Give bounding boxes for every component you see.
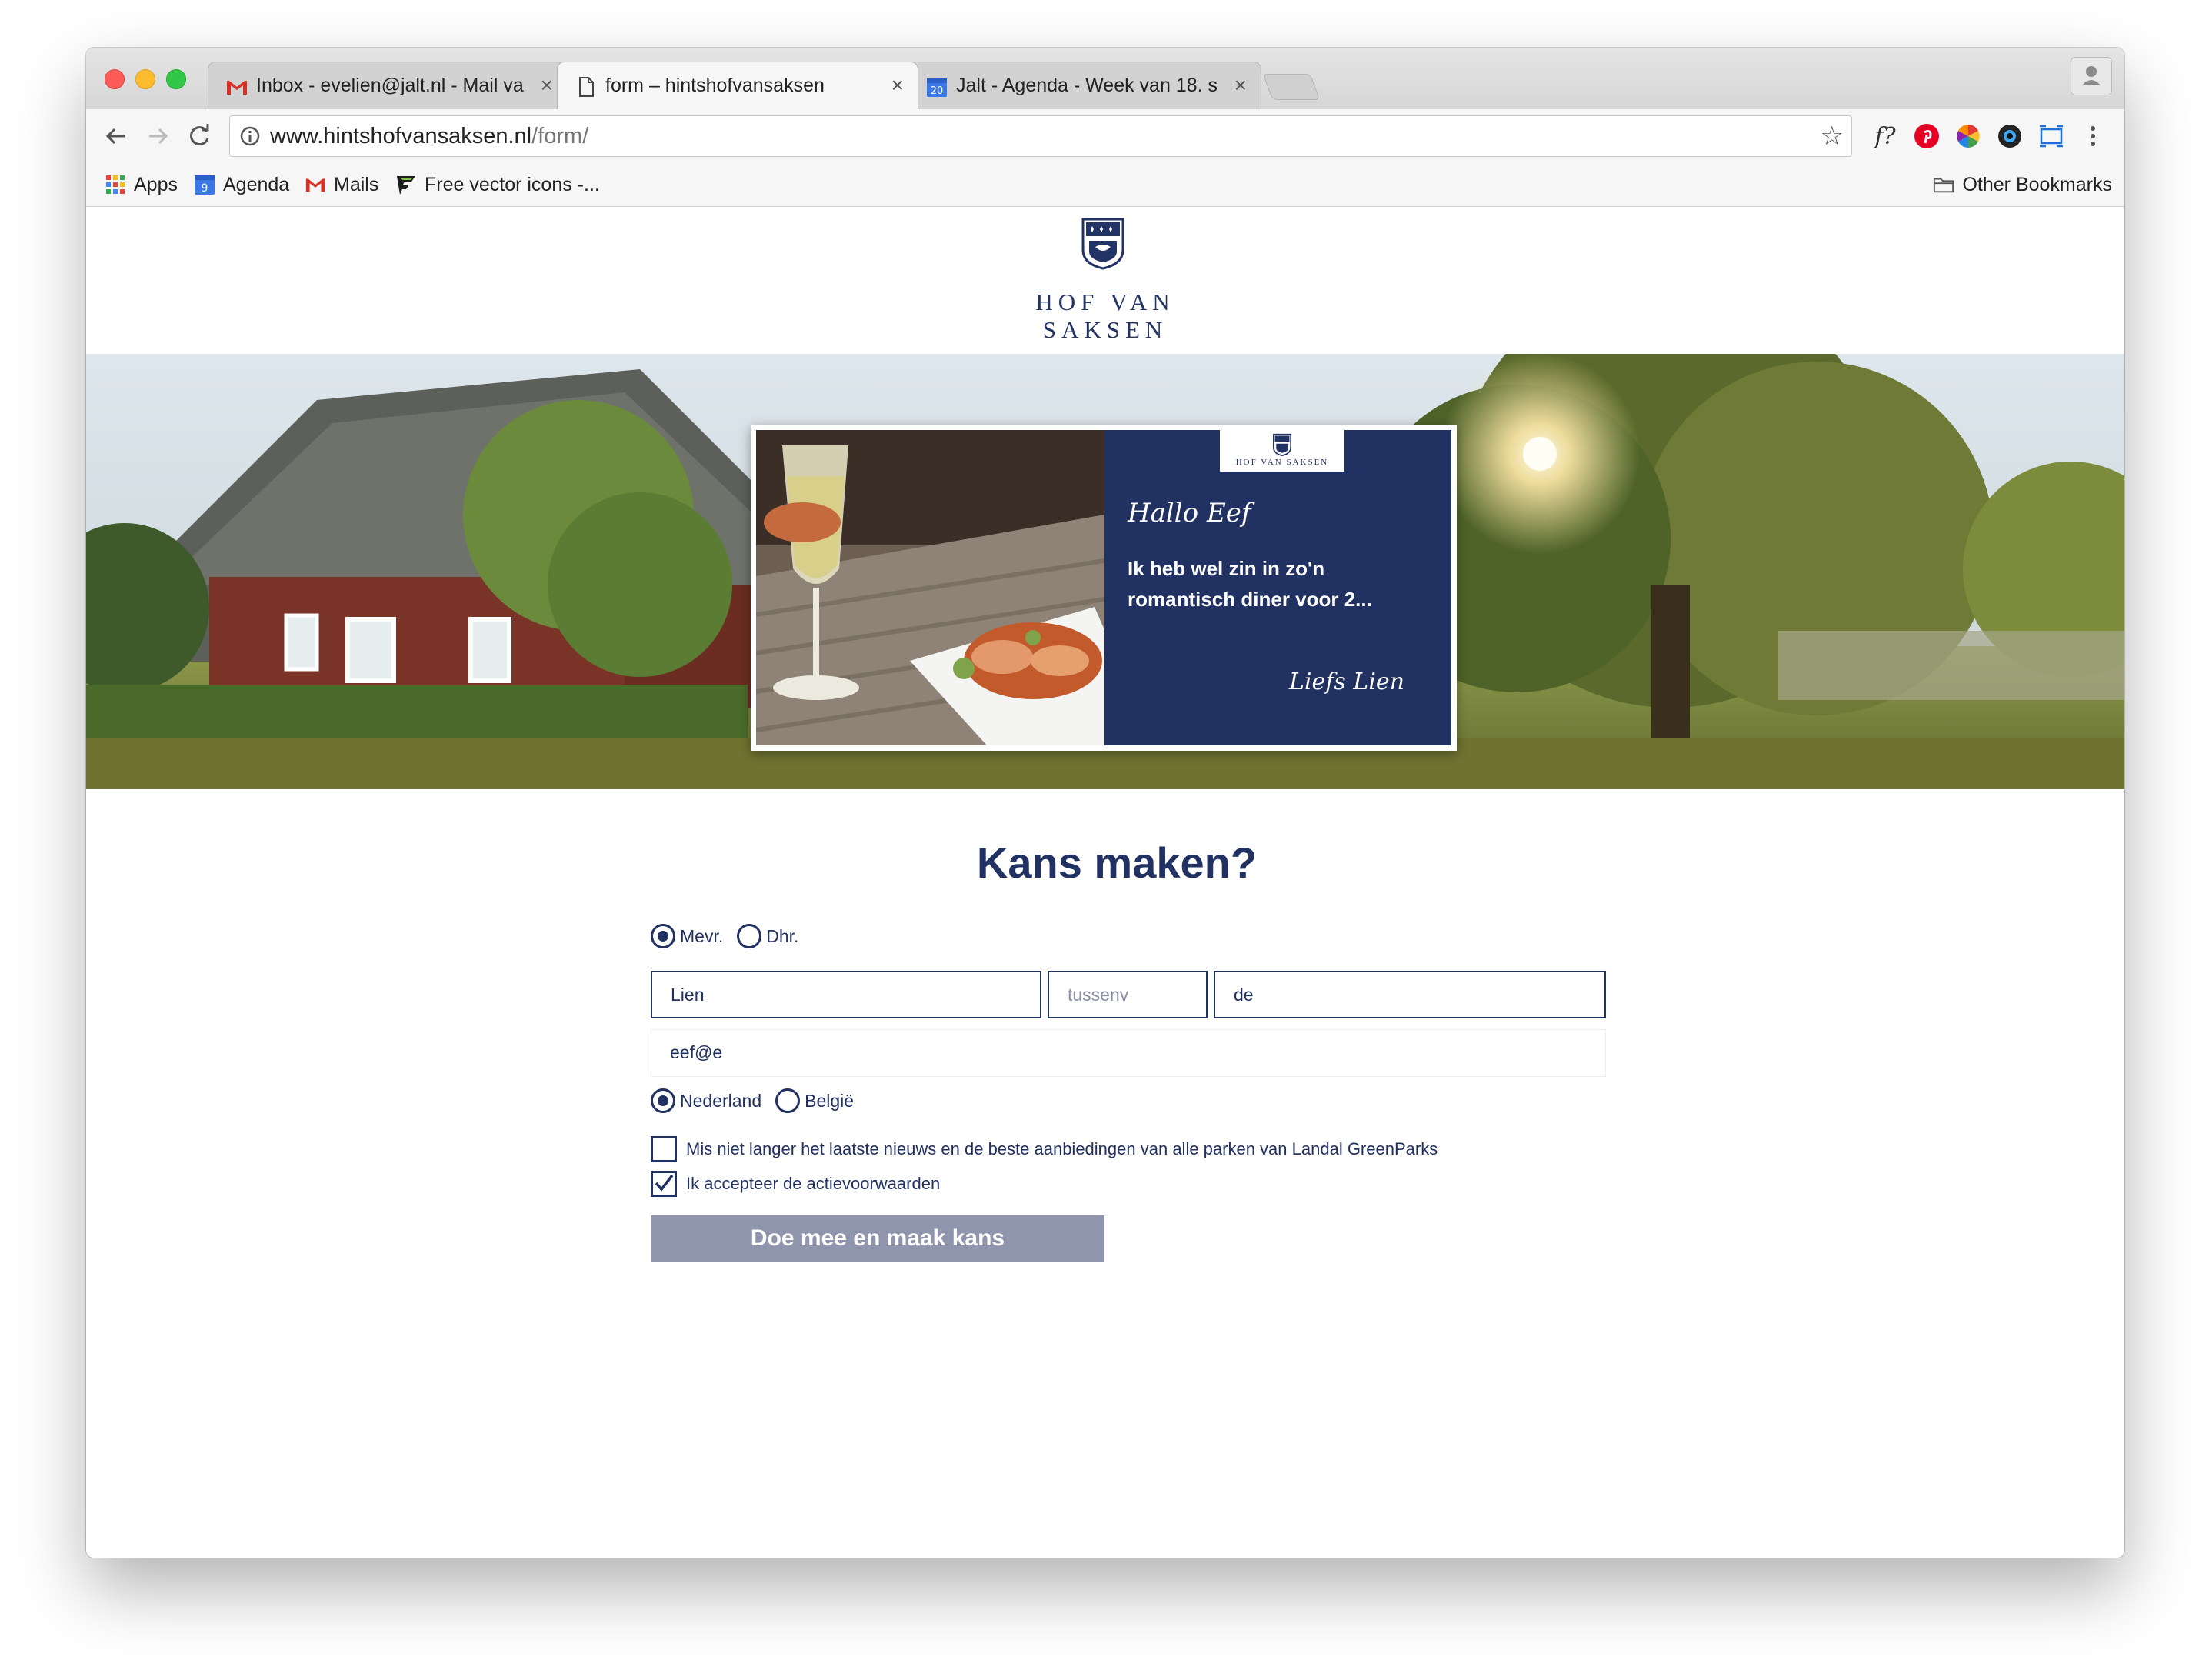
dinner-image xyxy=(756,430,1104,745)
radio-nederland[interactable] xyxy=(651,1088,675,1113)
url-path: /form/ xyxy=(531,124,589,148)
other-bookmarks-label: Other Bookmarks xyxy=(1962,173,2112,195)
radio-label: Nederland xyxy=(680,1090,762,1111)
screenshot-extension-button[interactable] xyxy=(2035,120,2067,152)
crest-icon xyxy=(1273,433,1291,456)
bookmark-mails[interactable]: Mails xyxy=(305,172,378,197)
radio-belgie[interactable] xyxy=(775,1088,801,1113)
salutation-radio-group: Mevr. Dhr. xyxy=(651,922,812,951)
url-host: www.hintshofvansaksen.nl xyxy=(270,124,532,148)
gmail-icon xyxy=(227,81,247,95)
camera-lens-icon xyxy=(1998,125,2021,148)
close-window-button[interactable] xyxy=(105,69,125,89)
calendar-icon: 9 xyxy=(195,175,215,195)
tab-strip: Inbox - evelien@jalt.nl - Mail va × form… xyxy=(86,48,2124,109)
radio-mevr[interactable] xyxy=(651,924,675,948)
newsletter-checkbox[interactable] xyxy=(651,1136,677,1162)
last-name-field[interactable]: de xyxy=(1214,971,1606,1018)
whatfont-extension-button[interactable]: f? xyxy=(1869,120,1901,152)
browser-window: Inbox - evelien@jalt.nl - Mail va × form… xyxy=(86,48,2124,1558)
screenshot-icon xyxy=(2040,125,2063,148)
color-wheel-icon xyxy=(1957,125,1980,148)
calendar-icon: 20 xyxy=(927,78,947,97)
back-button[interactable] xyxy=(100,120,132,152)
card-message: Ik heb wel zin in zo'n romantisch diner … xyxy=(1128,557,1372,611)
tab-title: Inbox - evelien@jalt.nl - Mail va xyxy=(256,75,524,96)
card-greeting: Hallo Eef xyxy=(1128,498,1251,528)
bookmark-label: Free vector icons -... xyxy=(425,173,600,195)
bookmark-star-icon[interactable]: ☆ xyxy=(1821,122,1844,150)
card-signoff: Liefs Lien xyxy=(1289,668,1404,695)
other-bookmarks[interactable]: Other Bookmarks xyxy=(1933,172,2112,197)
bookmark-label: Agenda xyxy=(223,173,290,195)
email-field[interactable]: eef@e xyxy=(651,1029,1606,1077)
reload-button[interactable] xyxy=(183,120,215,152)
forward-button[interactable] xyxy=(142,120,174,152)
lens-extension-button[interactable] xyxy=(1994,120,2026,152)
menu-button[interactable] xyxy=(2077,120,2109,152)
middle-name-field[interactable]: tussenv xyxy=(1048,971,1208,1018)
tab-title: form – hintshofvansaksen xyxy=(605,75,825,96)
bookmark-agenda[interactable]: 9 Agenda xyxy=(194,172,289,197)
tab-title: Jalt - Agenda - Week van 18. s xyxy=(956,75,1218,96)
submit-button[interactable]: Doe mee en maak kans xyxy=(651,1215,1104,1262)
brand-name: HOF VAN SAKSEN xyxy=(1035,288,1175,343)
apps-grid-icon xyxy=(106,175,125,194)
colorpicker-extension-button[interactable] xyxy=(1952,120,1984,152)
folder-icon xyxy=(1934,178,1954,193)
bookmark-label: Apps xyxy=(134,173,178,195)
person-icon xyxy=(2082,66,2101,85)
hero-banner: HOF VAN SAKSEN Hallo Eef Ik heb wel zin … xyxy=(86,354,2124,789)
mini-logo: HOF VAN SAKSEN xyxy=(1220,430,1344,472)
flaticon-icon xyxy=(397,176,415,195)
message-panel: HOF VAN SAKSEN Hallo Eef Ik heb wel zin … xyxy=(1104,430,1451,745)
tab-form[interactable]: form – hintshofvansaksen × xyxy=(557,62,918,109)
checkmark-icon xyxy=(655,1174,674,1192)
country-radio-group: Nederland België xyxy=(651,1086,868,1115)
newsletter-option: Mis niet langer het laatste nieuws en de… xyxy=(651,1135,1438,1164)
new-tab-button[interactable] xyxy=(1262,74,1321,100)
info-icon[interactable] xyxy=(239,125,261,147)
more-vert-icon xyxy=(2091,126,2095,146)
terms-option: Ik accepteer de actievoorwaarden xyxy=(651,1169,940,1198)
terms-checkbox[interactable] xyxy=(651,1171,677,1197)
greeting-card: HOF VAN SAKSEN Hallo Eef Ik heb wel zin … xyxy=(751,425,1457,751)
tab-inbox[interactable]: Inbox - evelien@jalt.nl - Mail va × xyxy=(208,62,568,109)
radio-dhr[interactable] xyxy=(737,924,762,948)
newsletter-label: Mis niet langer het laatste nieuws en de… xyxy=(686,1139,1438,1158)
pinterest-extension-button[interactable] xyxy=(1911,120,1943,152)
svg-text:20: 20 xyxy=(931,85,944,97)
close-tab-icon[interactable]: × xyxy=(891,73,904,98)
radio-label: Dhr. xyxy=(766,925,799,946)
url-text: www.hintshofvansaksen.nl/form/ xyxy=(270,124,588,149)
mini-brand-name: HOF VAN SAKSEN xyxy=(1235,458,1329,467)
crest-icon xyxy=(1081,218,1124,270)
minimize-window-button[interactable] xyxy=(135,69,155,89)
site-logo[interactable]: HOF VAN SAKSEN xyxy=(971,215,1240,343)
bookmarks-bar: Apps 9 Agenda Mails Free vector icons -.… xyxy=(86,163,2124,207)
pinterest-icon xyxy=(1914,124,1939,148)
whatfont-icon: f? xyxy=(1874,122,1896,150)
bookmark-free-vector-icons[interactable]: Free vector icons -... xyxy=(395,172,600,197)
address-bar[interactable]: www.hintshofvansaksen.nl/form/ ☆ xyxy=(229,115,1852,157)
radio-label: Mevr. xyxy=(680,925,724,946)
bookmark-apps[interactable]: Apps xyxy=(105,172,178,197)
bookmark-label: Mails xyxy=(334,173,379,195)
tab-agenda[interactable]: 20 Jalt - Agenda - Week van 18. s × xyxy=(908,62,1261,109)
terms-label: Ik accepteer de actievoorwaarden xyxy=(686,1174,941,1193)
browser-toolbar: www.hintshofvansaksen.nl/form/ ☆ f? xyxy=(86,109,2124,163)
dinner-photo xyxy=(756,430,1104,745)
svg-text:9: 9 xyxy=(202,182,208,195)
page-icon xyxy=(579,77,594,97)
radio-label: België xyxy=(805,1090,855,1111)
gmail-icon xyxy=(305,178,325,192)
close-tab-icon[interactable]: × xyxy=(1234,73,1247,98)
profile-button[interactable] xyxy=(2071,57,2112,95)
web-page: HOF VAN SAKSEN HOF VAN SAKSEN Hallo Eef … xyxy=(86,207,2124,1558)
form-title: Kans maken? xyxy=(976,838,1258,887)
first-name-field[interactable]: Lien xyxy=(651,971,1041,1018)
close-tab-icon[interactable]: × xyxy=(541,73,553,98)
maximize-window-button[interactable] xyxy=(166,69,186,89)
